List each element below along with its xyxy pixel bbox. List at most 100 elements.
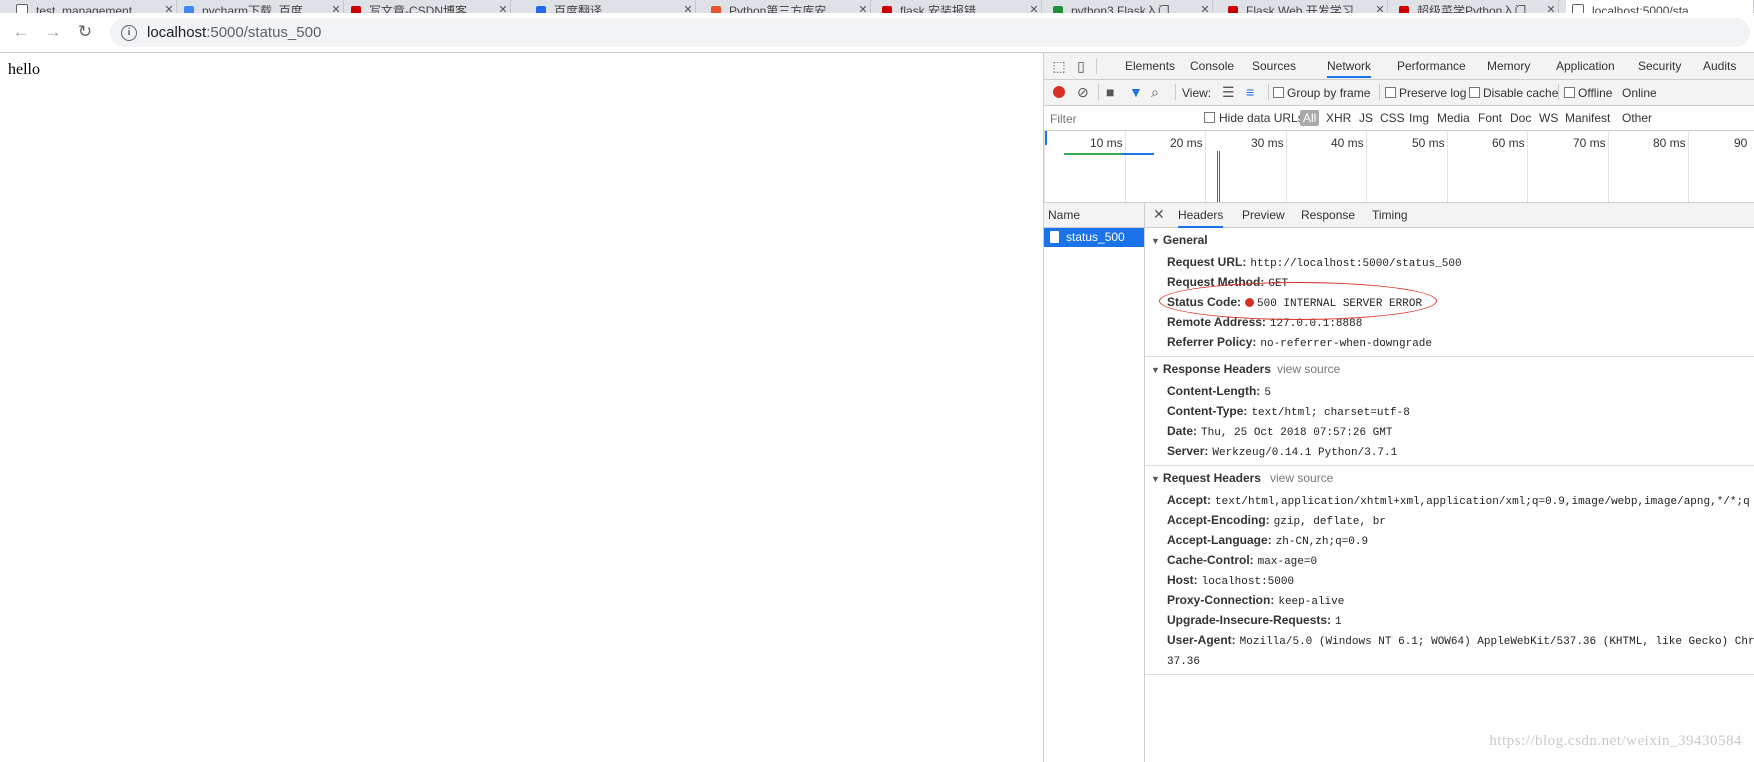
back-icon[interactable]: ←: [10, 21, 32, 43]
csdn-favicon-icon: [1399, 6, 1409, 13]
filter-type-img[interactable]: Img: [1409, 111, 1429, 125]
address-bar[interactable]: i localhost:5000/status_500: [110, 18, 1750, 47]
view-source-link[interactable]: view source: [1277, 362, 1340, 376]
filter-input[interactable]: [1048, 109, 1212, 128]
highlight-annotation-ellipse: [1159, 282, 1437, 320]
search-icon[interactable]: ⌕: [1151, 84, 1159, 100]
disable-cache-checkbox[interactable]: [1469, 87, 1480, 98]
group-by-frame-checkbox[interactable]: [1273, 87, 1284, 98]
timeline-overview[interactable]: 10 ms 20 ms 30 ms 40 ms 50 ms 60 ms 70 m…: [1044, 131, 1754, 203]
forward-icon[interactable]: →: [42, 21, 64, 43]
divider: [1096, 58, 1097, 74]
tab-close-icon[interactable]: ✕: [856, 3, 870, 13]
divider: [1379, 84, 1380, 100]
hide-data-urls-checkbox[interactable]: [1204, 112, 1215, 123]
timeline-gridline: [1527, 131, 1528, 202]
tab-security[interactable]: Security: [1638, 59, 1681, 73]
tab-network[interactable]: Network: [1327, 59, 1372, 78]
preserve-log-checkbox[interactable]: [1385, 87, 1396, 98]
filter-type-other[interactable]: Other: [1622, 111, 1652, 125]
header-row: User-Agent: Mozilla/5.0 (Windows NT 6.1; …: [1167, 633, 1754, 648]
filter-type-ws[interactable]: WS: [1539, 111, 1558, 125]
tab-preview[interactable]: Preview: [1242, 208, 1285, 222]
filter-type-manifest[interactable]: Manifest: [1565, 111, 1610, 125]
disable-cache-label: Disable cache: [1483, 86, 1559, 100]
filter-type-doc[interactable]: Doc: [1510, 111, 1531, 125]
close-detail-icon[interactable]: ✕: [1153, 206, 1165, 223]
name-column-header[interactable]: Name: [1048, 208, 1080, 222]
capture-screenshots-icon[interactable]: ■: [1106, 84, 1114, 100]
header-row: Date: Thu, 25 Oct 2018 07:57:26 GMT: [1167, 424, 1392, 439]
browser-tab[interactable]: Python第三方库安 ✕: [705, 0, 871, 13]
device-toolbar-icon[interactable]: ▯: [1073, 58, 1089, 74]
response-headers-section-toggle[interactable]: ▼ Response Headers: [1151, 362, 1271, 376]
filter-type-font[interactable]: Font: [1478, 111, 1502, 125]
filter-icon[interactable]: ▼: [1129, 84, 1143, 100]
tab-sources[interactable]: Sources: [1252, 59, 1296, 73]
header-key: Request URL:: [1167, 255, 1247, 269]
reload-icon[interactable]: ↻: [74, 21, 96, 43]
translate-favicon-icon: [536, 6, 546, 13]
filter-type-css[interactable]: CSS: [1380, 111, 1405, 125]
section-divider: [1145, 465, 1754, 466]
browser-tab[interactable]: Flask Web 开发学习 ✕: [1222, 0, 1388, 13]
filter-type-media[interactable]: Media: [1437, 111, 1470, 125]
offline-checkbox[interactable]: [1564, 87, 1575, 98]
section-title-text: General: [1162, 233, 1208, 247]
view-source-link[interactable]: view source: [1270, 471, 1333, 485]
url-text[interactable]: localhost:5000/status_500: [147, 24, 321, 41]
filter-type-all[interactable]: All: [1300, 110, 1320, 126]
tab-response[interactable]: Response: [1301, 208, 1355, 222]
tab-audits[interactable]: Audits: [1703, 59, 1736, 73]
tab-performance[interactable]: Performance: [1397, 59, 1466, 73]
site-favicon-icon: [1053, 6, 1063, 13]
record-icon[interactable]: [1053, 86, 1065, 98]
request-list: status_500: [1044, 228, 1145, 762]
request-bar-waiting: [1064, 153, 1122, 155]
tab-close-icon[interactable]: ✕: [1198, 3, 1212, 13]
header-row: Upgrade-Insecure-Requests: 1: [1167, 613, 1342, 628]
throttling-select[interactable]: Online: [1622, 86, 1657, 100]
header-value: 1: [1335, 616, 1342, 628]
tab-close-icon[interactable]: ✕: [329, 3, 343, 13]
request-headers-section-toggle[interactable]: ▼ Request Headers: [1151, 471, 1261, 485]
large-rows-icon[interactable]: ☰: [1222, 84, 1235, 100]
general-section-toggle[interactable]: ▼ General: [1151, 233, 1208, 247]
tab-close-icon[interactable]: ✕: [681, 3, 695, 13]
header-key: Upgrade-Insecure-Requests:: [1167, 613, 1332, 627]
tab-console[interactable]: Console: [1190, 59, 1234, 73]
tab-elements[interactable]: Elements: [1125, 59, 1175, 73]
browser-tab[interactable]: 百度翻译 ✕: [530, 0, 696, 13]
filter-type-js[interactable]: JS: [1359, 111, 1373, 125]
request-row-selected[interactable]: status_500: [1044, 228, 1144, 247]
tab-close-icon[interactable]: ✕: [496, 3, 510, 13]
browser-tab-active[interactable]: localhost:5000/sta: [1566, 0, 1754, 13]
browser-tab[interactable]: 写文章-CSDN博客 ✕: [345, 0, 511, 13]
tab-close-icon[interactable]: ✕: [1027, 3, 1041, 13]
tab-title: flask 安装报错: [900, 5, 977, 13]
browser-tab[interactable]: 超级菜学Python入门 ✕: [1393, 0, 1559, 13]
timeline-tick-label: 20 ms: [1170, 136, 1203, 150]
header-row: Proxy-Connection: keep-alive: [1167, 593, 1344, 608]
browser-tab[interactable]: test_management ✕: [10, 0, 177, 13]
tab-close-icon[interactable]: ✕: [162, 3, 176, 13]
browser-tab[interactable]: flask 安装报错 ✕: [876, 0, 1042, 13]
clear-icon[interactable]: ⊘: [1077, 84, 1089, 100]
header-key: Cache-Control:: [1167, 553, 1254, 567]
tab-application[interactable]: Application: [1556, 59, 1615, 73]
header-value: Werkzeug/0.14.1 Python/3.7.1: [1212, 447, 1398, 459]
tab-timing[interactable]: Timing: [1372, 208, 1408, 222]
tab-close-icon[interactable]: ✕: [1373, 3, 1387, 13]
header-value: text/html; charset=utf-8: [1251, 407, 1410, 419]
waterfall-icon[interactable]: ≡: [1246, 84, 1254, 100]
filter-type-xhr[interactable]: XHR: [1326, 111, 1351, 125]
info-icon[interactable]: i: [121, 24, 137, 41]
browser-tab[interactable]: pycharm下载_百度 ✕: [178, 0, 344, 13]
tab-memory[interactable]: Memory: [1487, 59, 1530, 73]
preserve-log-label: Preserve log: [1399, 86, 1467, 100]
tab-close-icon[interactable]: ✕: [1544, 3, 1558, 13]
browser-tab[interactable]: python3 Flask入门 ✕: [1047, 0, 1213, 13]
timeline-cursor: [1045, 131, 1047, 145]
tab-headers[interactable]: Headers: [1178, 208, 1224, 228]
inspect-element-icon[interactable]: ⬚: [1051, 58, 1067, 74]
